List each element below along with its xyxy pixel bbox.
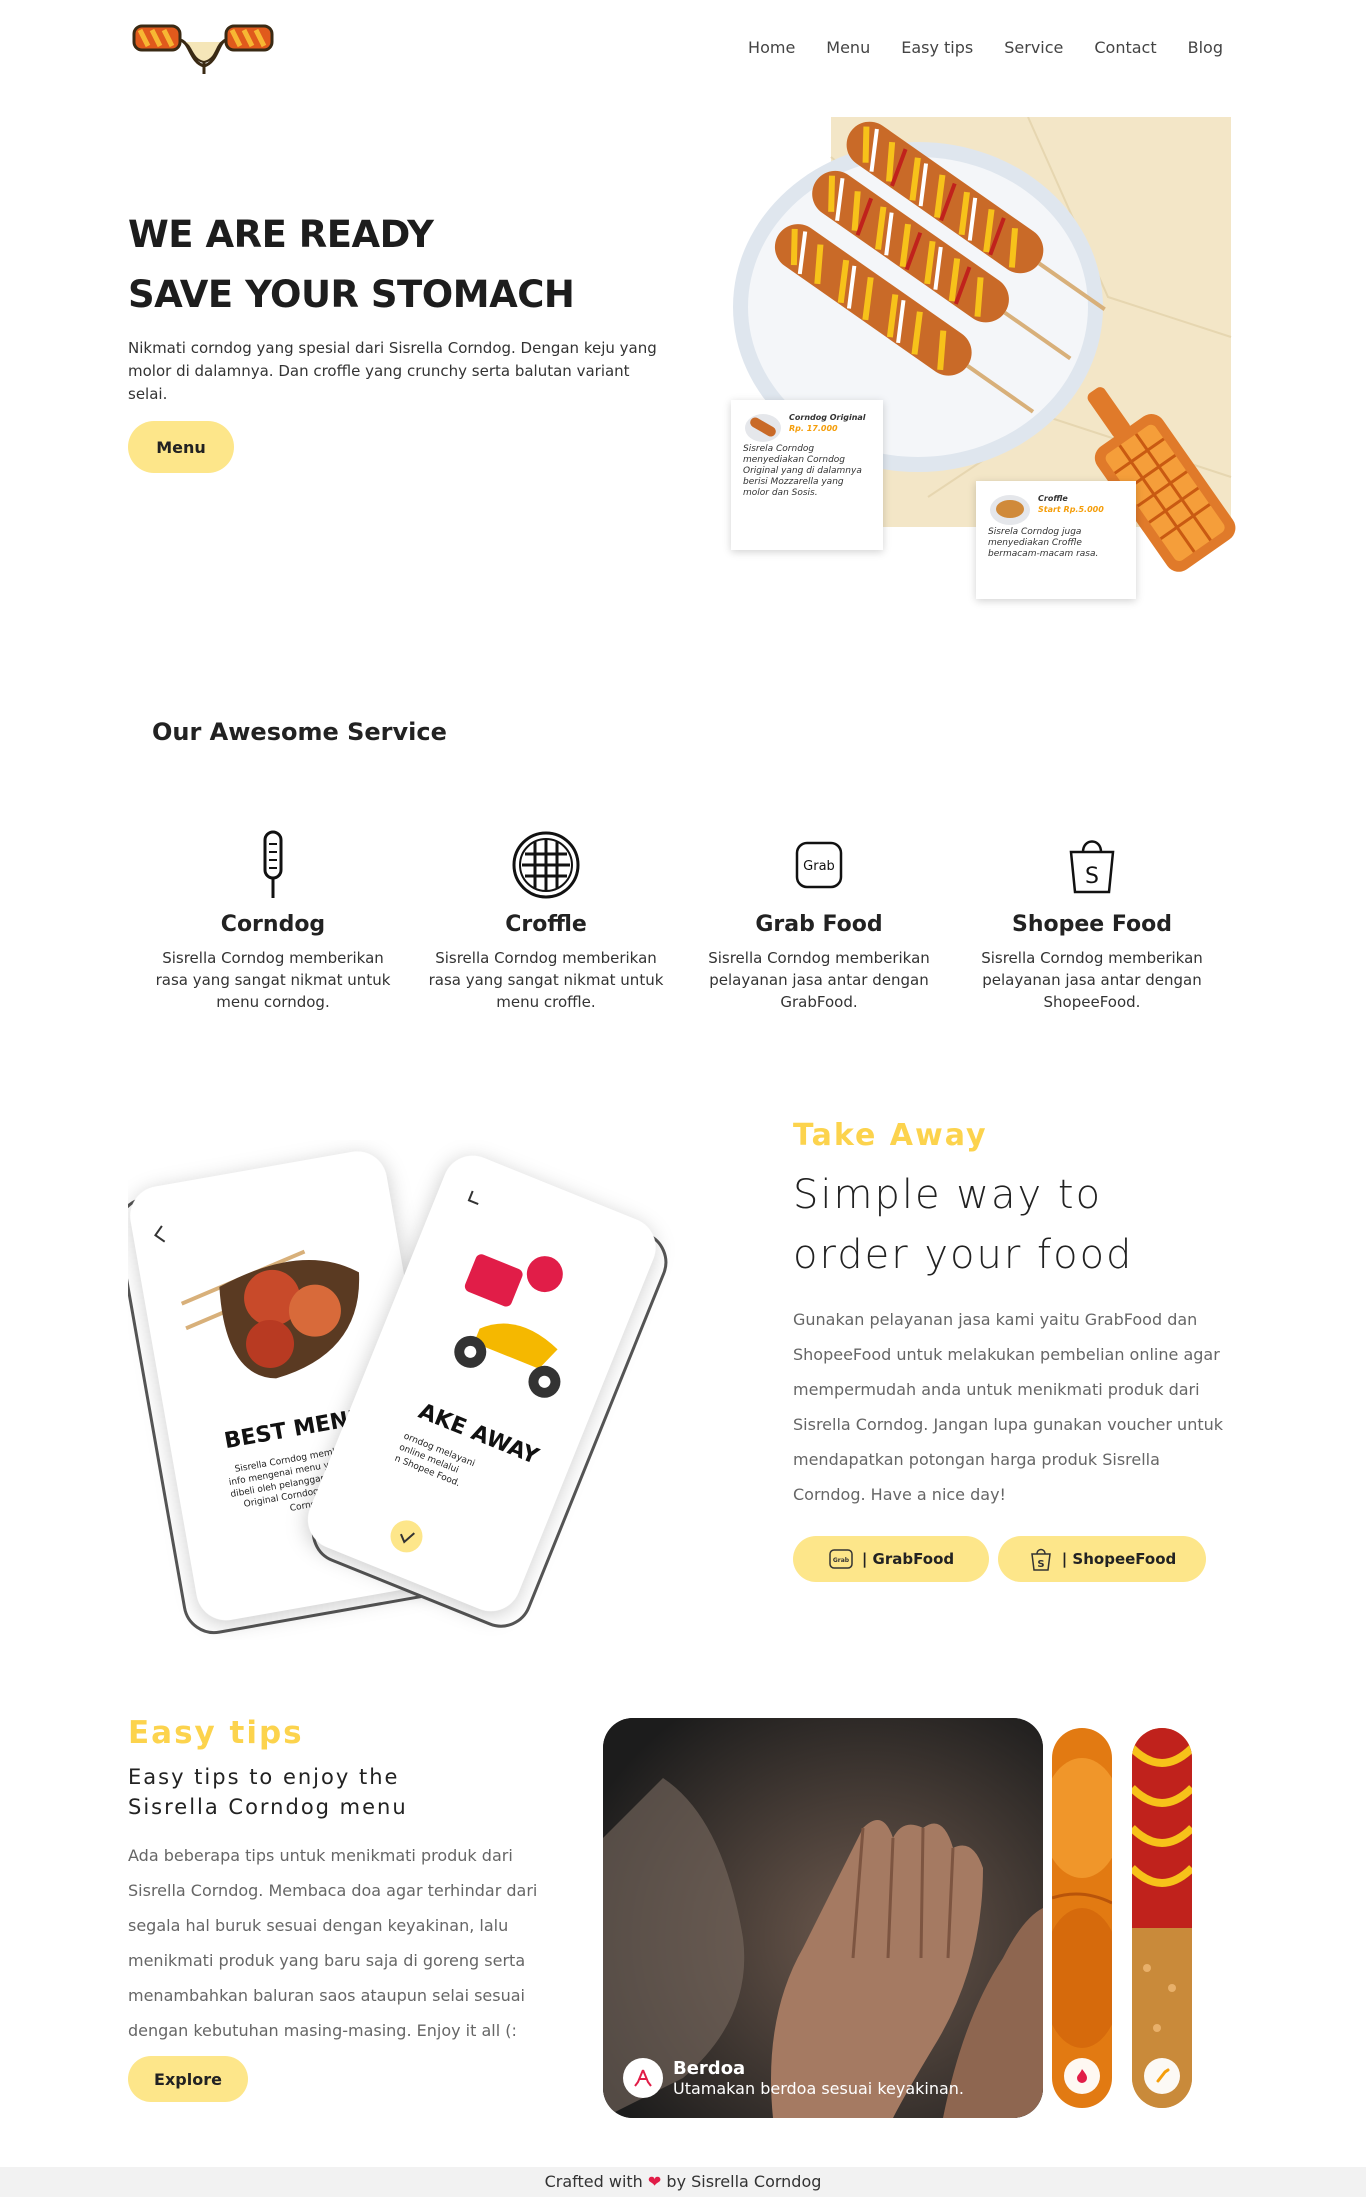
corndog-thumb-icon <box>745 414 781 442</box>
shopee-icon: S <box>1030 1548 1051 1571</box>
tips-photo-caption: Berdoa Utamakan berdoa sesuai keyakinan. <box>623 2058 964 2098</box>
main-nav: Home Menu Easy tips Service Contact Blog <box>748 38 1223 57</box>
takeaway-heading: Simple way to order your food <box>793 1165 1133 1285</box>
shopeefood-button[interactable]: S | ShopeeFood <box>998 1536 1206 1582</box>
footer-text-after: by Sisrella Corndog <box>666 2172 822 2191</box>
grab-icon: Grab <box>795 841 843 889</box>
nav-home[interactable]: Home <box>748 38 795 57</box>
grabfood-button[interactable]: Grab | GrabFood <box>793 1536 989 1582</box>
service-corndog-name: Corndog <box>220 912 326 937</box>
footer: Crafted with ❤ by Sisrella Corndog <box>0 2167 1366 2197</box>
svg-text:S: S <box>1037 1559 1044 1570</box>
hero-card-corndog: Corndog Original Rp. 17.000 Sisrela Corn… <box>731 400 883 550</box>
hero-description: Nikmati corndog yang spesial dari Sisrel… <box>128 339 657 403</box>
nav-easy-tips[interactable]: Easy tips <box>901 38 973 57</box>
fire-icon <box>1064 2058 1100 2094</box>
footer-text-before: Crafted with <box>544 2172 643 2191</box>
tips-description: Ada beberapa tips untuk menikmati produk… <box>128 1846 538 2040</box>
takeaway-description: Gunakan pelayanan jasa kami yaitu GrabFo… <box>793 1310 1224 1504</box>
grab-mini-label: Grab <box>833 1557 850 1564</box>
shopee-icon: S <box>1069 840 1115 894</box>
hands-icon <box>623 2058 663 2098</box>
hero-title-line2: SAVE YOUR STOMACH <box>128 273 575 316</box>
tips-photo-berdoa[interactable]: Berdoa Utamakan berdoa sesuai keyakinan. <box>603 1718 1043 2118</box>
takeaway-label: Take Away <box>793 1118 988 1153</box>
takeaway-heading-line1: Simple way to <box>793 1172 1103 1218</box>
sauce-bottle-icon <box>1144 2058 1180 2094</box>
nav-service[interactable]: Service <box>1004 38 1063 57</box>
service-shopeefood: S Shopee Food Sisrella Corndog memberika… <box>970 830 1214 1013</box>
nav-menu[interactable]: Menu <box>826 38 870 57</box>
croffle-thumb-icon <box>990 495 1030 525</box>
svg-text:S: S <box>1085 864 1099 889</box>
heart-icon: ❤ <box>647 2172 662 2191</box>
service-grabfood-name: Grab Food <box>755 912 883 937</box>
nav-contact[interactable]: Contact <box>1094 38 1156 57</box>
service-croffle-desc: Sisrella Corndog memberikan rasa yang sa… <box>428 949 664 1011</box>
hero-title: WE ARE READY SAVE YOUR STOMACH <box>128 205 575 325</box>
hero-card-corndog-desc: Sisrela Corndog menyediakan Corndog Orig… <box>743 444 862 498</box>
tips-photo-title: Berdoa <box>673 2058 746 2079</box>
hero-card-croffle-desc: Sisrela Corndog juga menyediakan Croffle… <box>988 527 1099 559</box>
service-corndog: Corndog Sisrella Corndog memberikan rasa… <box>151 830 395 1013</box>
service-shopeefood-name: Shopee Food <box>1012 912 1172 937</box>
explore-button[interactable]: Explore <box>128 2056 248 2102</box>
hero-title-line1: WE ARE READY <box>128 213 434 256</box>
tips-photo-sauce[interactable] <box>1132 1728 1192 2108</box>
tips-label: Easy tips <box>128 1715 304 1751</box>
service-croffle-name: Croffle <box>505 912 587 937</box>
service-grabfood: Grab Grab Food Sisrella Corndog memberik… <box>697 830 941 1013</box>
service-croffle: Croffle Sisrella Corndog memberikan rasa… <box>424 830 668 1013</box>
grab-icon: Grab <box>829 1549 853 1569</box>
tips-heading-line1: Easy tips to enjoy the <box>128 1765 400 1789</box>
sauce-corndog-image <box>1132 1728 1192 2108</box>
service-grabfood-desc: Sisrella Corndog memberikan pelayanan ja… <box>708 949 930 1011</box>
service-shopeefood-desc: Sisrella Corndog memberikan pelayanan ja… <box>981 949 1203 1011</box>
tips-heading: Easy tips to enjoy the Sisrella Corndog … <box>128 1762 408 1822</box>
corndog-icon <box>263 830 283 898</box>
waffle-icon <box>512 831 580 899</box>
svg-text:Grab: Grab <box>803 859 835 874</box>
tips-photo-fried[interactable] <box>1052 1728 1112 2108</box>
tips-photo-subtitle: Utamakan berdoa sesuai keyakinan. <box>673 2079 965 2098</box>
service-corndog-desc: Sisrella Corndog memberikan rasa yang sa… <box>155 949 391 1011</box>
tips-heading-line2: Sisrella Corndog menu <box>128 1795 408 1819</box>
takeaway-heading-line2: order your food <box>793 1232 1134 1278</box>
hero-card-croffle: Croffle Start Rp.5.000 Sisrela Corndog j… <box>976 481 1136 599</box>
takeaway-phones-illustration: BEST MENU Sisrella Corndog memberikan in… <box>128 1151 668 1635</box>
shopeefood-button-label: | ShopeeFood <box>1061 1550 1177 1568</box>
fried-corndog-image <box>1052 1728 1112 2108</box>
sisrella-logo[interactable] <box>128 18 280 80</box>
service-section-title: Our Awesome Service <box>152 718 447 746</box>
hero-menu-button[interactable]: Menu <box>128 421 234 473</box>
grabfood-button-label: | GrabFood <box>861 1550 955 1568</box>
nav-blog[interactable]: Blog <box>1188 38 1223 57</box>
